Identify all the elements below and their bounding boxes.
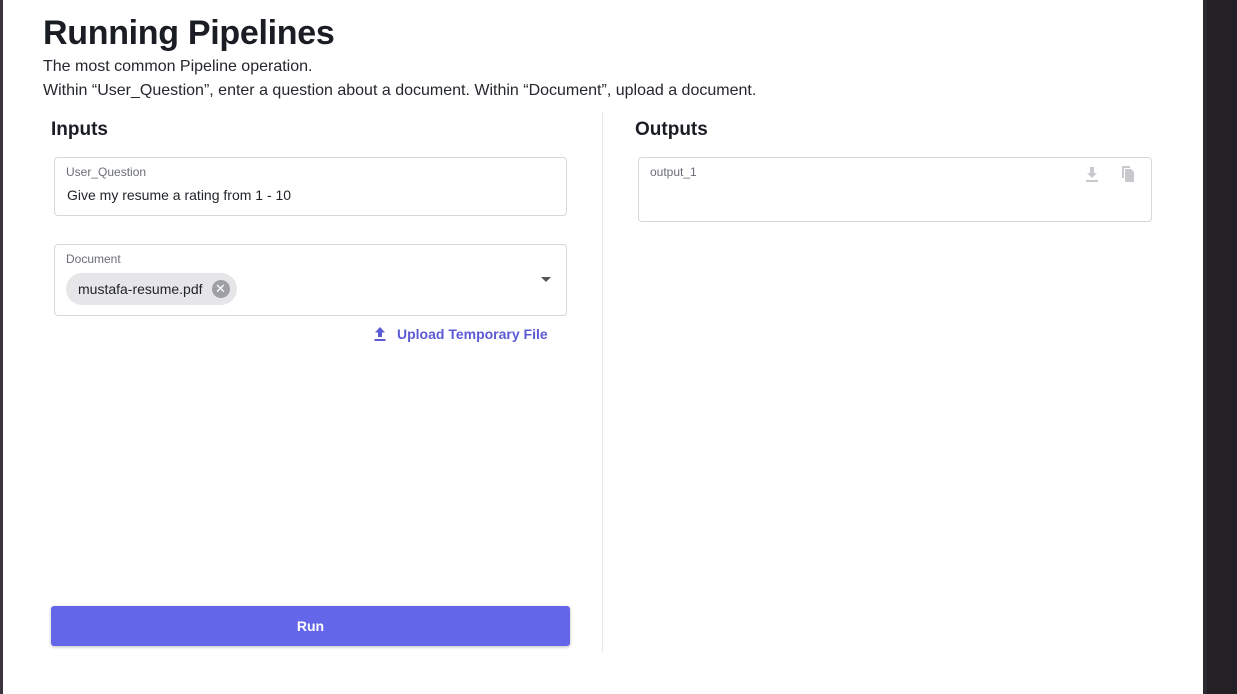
page-instructions: Within “User_Question”, enter a question… xyxy=(43,82,757,99)
user-question-label: User_Question xyxy=(66,165,147,179)
document-label: Document xyxy=(66,252,121,266)
upload-temporary-file-label: Upload Temporary File xyxy=(397,326,548,342)
main-panel: Running Pipelines The most common Pipeli… xyxy=(3,0,1203,694)
column-divider xyxy=(602,112,603,652)
outputs-heading: Outputs xyxy=(635,119,708,140)
right-dark-region xyxy=(1203,0,1237,694)
output-actions xyxy=(1083,165,1137,183)
document-chip[interactable]: mustafa-resume.pdf ✕ xyxy=(66,273,237,305)
document-chip-label: mustafa-resume.pdf xyxy=(78,281,203,297)
close-circle-icon[interactable]: ✕ xyxy=(211,280,230,298)
user-question-value[interactable]: Give my resume a rating from 1 - 10 xyxy=(67,187,291,203)
copy-icon[interactable] xyxy=(1119,165,1137,183)
output-1-label: output_1 xyxy=(650,165,697,179)
inputs-heading: Inputs xyxy=(51,119,108,140)
output-1-field: output_1 xyxy=(638,157,1152,222)
upload-temporary-file-button[interactable]: Upload Temporary File xyxy=(373,324,548,344)
download-icon[interactable] xyxy=(1083,165,1101,183)
page-subtitle: The most common Pipeline operation. xyxy=(43,58,313,75)
user-question-field[interactable]: User_Question Give my resume a rating fr… xyxy=(54,157,567,216)
page-title: Running Pipelines xyxy=(43,14,335,52)
upload-icon xyxy=(374,327,386,341)
right-edge-stripe xyxy=(1203,0,1207,694)
document-select[interactable]: Document mustafa-resume.pdf ✕ xyxy=(54,244,567,316)
run-button[interactable]: Run xyxy=(51,606,570,646)
caret-down-icon[interactable] xyxy=(541,277,551,282)
